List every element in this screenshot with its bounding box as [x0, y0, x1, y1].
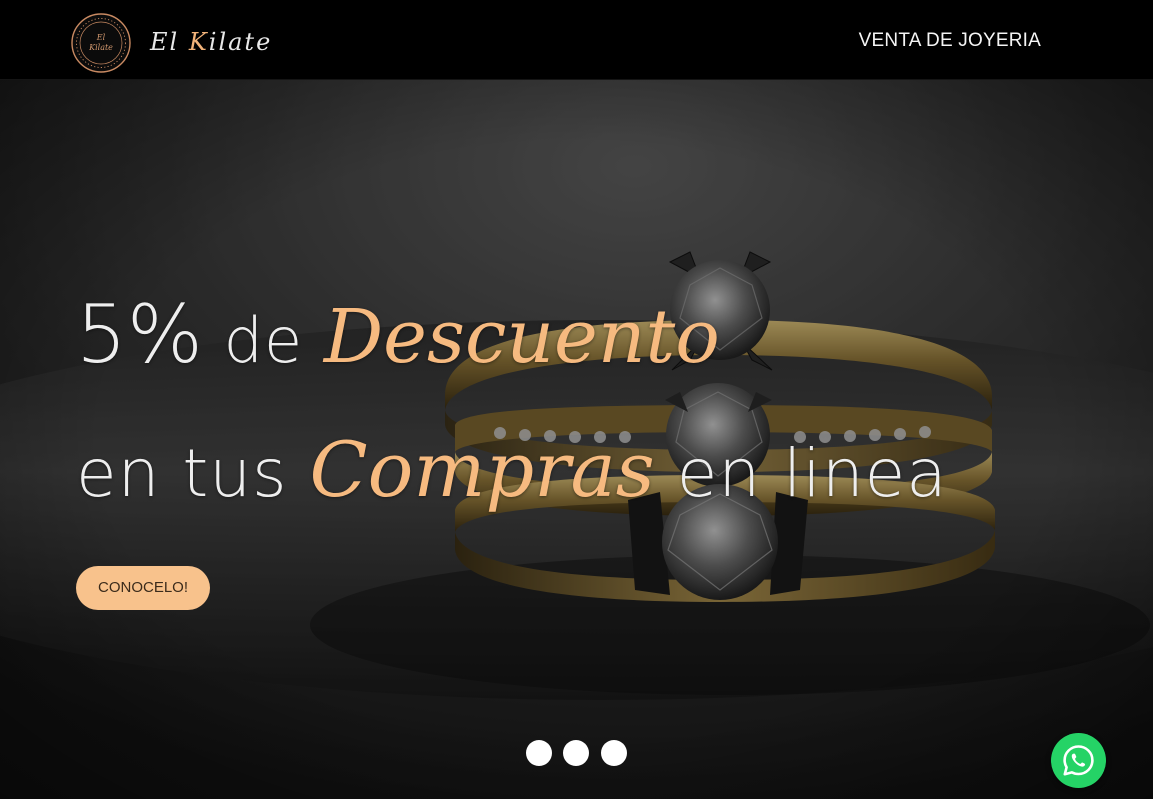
- hero-carousel: 5% de Descuento en tus Compras en linea …: [0, 80, 1153, 799]
- hero-line2-start: en tus: [76, 435, 310, 512]
- hero-headline-line-1: 5% de Descuento: [76, 285, 1076, 391]
- logo-seal-text-kilate: Kilate: [88, 43, 113, 52]
- page: El Kilate El Kilate VENTA DE JOYERIA 5% …: [0, 0, 1153, 799]
- brand-word-ilate: ilate: [208, 28, 273, 56]
- logo-seal-text-el: El: [96, 33, 106, 42]
- brand-wordmark[interactable]: El Kilate: [150, 26, 272, 58]
- brand-word-el: El: [150, 28, 189, 56]
- hero-line2-script-word: Compras: [309, 425, 655, 514]
- whatsapp-icon: [1063, 745, 1094, 776]
- carousel-dot-1[interactable]: [526, 740, 552, 766]
- conocelo-button[interactable]: CONOCELO!: [76, 566, 210, 610]
- brand-initial-k: K: [188, 28, 209, 56]
- carousel-indicators: [524, 740, 634, 766]
- hero-headline-line-2: en tus Compras en linea: [76, 420, 1076, 524]
- whatsapp-button[interactable]: [1051, 733, 1106, 788]
- carousel-dot-2[interactable]: [563, 740, 589, 766]
- brand-seal-icon[interactable]: El Kilate: [70, 12, 132, 74]
- nav-link-venta-de-joyeria[interactable]: VENTA DE JOYERIA: [859, 30, 1041, 52]
- carousel-dot-3[interactable]: [601, 740, 627, 766]
- hero-line2-end: en linea: [654, 435, 948, 512]
- hero-discount-percent: 5%: [76, 288, 203, 381]
- hero-line1-connector: de: [202, 304, 324, 377]
- hero-line1-script-word: Descuento: [323, 294, 720, 380]
- top-navigation-bar: El Kilate El Kilate VENTA DE JOYERIA: [0, 0, 1153, 80]
